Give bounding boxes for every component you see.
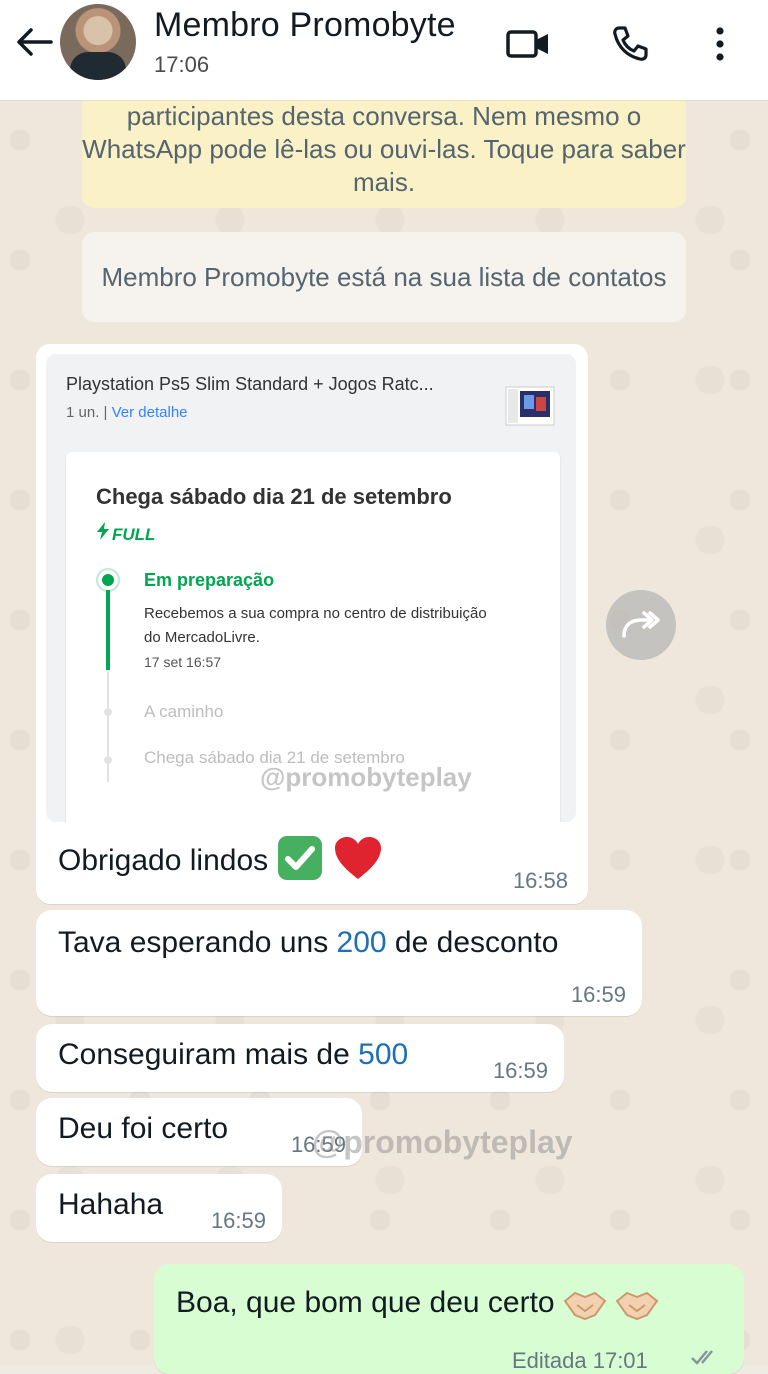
- message-text: Tava esperando uns 200 de desconto: [58, 926, 558, 960]
- forward-icon[interactable]: [606, 590, 676, 660]
- product-separator: |: [99, 404, 112, 421]
- incoming-message[interactable]: Hahaha 16:59: [36, 1174, 282, 1242]
- watermark: @promobyteplay: [260, 762, 472, 792]
- step-on-the-way: A caminho: [144, 702, 224, 721]
- contact-avatar[interactable]: [60, 4, 136, 80]
- message-text-part: Boa, que bom que deu certo: [176, 1286, 555, 1319]
- timeline-remaining-line: [107, 672, 109, 782]
- last-seen-time: 17:06: [154, 52, 210, 77]
- timeline-dot: [104, 708, 112, 716]
- contact-list-notice-text: Membro Promobyte está na sua lista de co…: [101, 261, 667, 292]
- timeline-dot-active: [98, 570, 118, 590]
- message-text-part: de desconto: [386, 926, 559, 959]
- message-text: Boa, que bom que deu certo: [176, 1286, 659, 1321]
- incoming-message[interactable]: Tava esperando uns 200 de desconto 16:59: [36, 910, 642, 1016]
- message-number-link[interactable]: 500: [358, 1038, 408, 1071]
- lightning-icon: [96, 522, 110, 545]
- chat-header: Membro Promobyte 17:06: [0, 0, 768, 100]
- double-check-icon: [690, 1348, 720, 1371]
- step-preparation-title: Em preparação: [144, 570, 275, 590]
- message-text: Deu foi certo: [58, 1112, 229, 1145]
- product-thumbnail-icon: [502, 378, 558, 434]
- step-preparation-desc: Recebemos a sua compra no centro de dist…: [144, 605, 487, 646]
- handshake-icon: [563, 1286, 615, 1321]
- image-caption-text: Obrigado lindos: [58, 843, 269, 877]
- product-title: Playstation Ps5 Slim Standard + Jogos Ra…: [66, 374, 434, 394]
- message-time: 16:59: [570, 982, 626, 1007]
- back-arrow-icon[interactable]: [12, 20, 56, 64]
- step-preparation-time: 17 set 16:57: [144, 654, 222, 670]
- full-badge-text: FULL: [112, 525, 156, 544]
- message-time: 16:59: [492, 1058, 548, 1083]
- encryption-notice[interactable]: participantes desta conversa. Nem mesmo …: [82, 92, 686, 208]
- handshake-icon: [615, 1286, 659, 1321]
- image-caption: Obrigado lindos: [58, 834, 383, 890]
- incoming-image-message[interactable]: Playstation Ps5 Slim Standard + Jogos Ra…: [36, 344, 588, 904]
- message-number-link[interactable]: 200: [337, 926, 387, 959]
- timeline-dot: [104, 756, 112, 764]
- arrival-heading: Chega sábado dia 21 de setembro: [96, 484, 452, 509]
- video-call-icon[interactable]: [506, 22, 550, 66]
- order-screenshot[interactable]: Playstation Ps5 Slim Standard + Jogos Ra…: [46, 354, 576, 822]
- detail-link: Ver detalhe: [111, 404, 188, 421]
- voice-call-icon[interactable]: [608, 22, 652, 66]
- more-options-icon[interactable]: [698, 22, 742, 66]
- message-text: Hahaha: [58, 1188, 164, 1221]
- message-time-edited: Editada 17:01: [512, 1348, 648, 1373]
- message-time: 16:58: [512, 868, 568, 893]
- contact-name[interactable]: Membro Promobyte: [154, 6, 456, 45]
- check-mark-icon: [276, 834, 324, 890]
- red-heart-icon: [333, 835, 383, 889]
- message-time: 16:59: [210, 1208, 266, 1233]
- contact-list-notice: Membro Promobyte está na sua lista de co…: [82, 232, 686, 322]
- product-subline: 1 un. | Ver detalhe: [66, 404, 188, 421]
- message-text-part: Conseguiram mais de: [58, 1038, 359, 1071]
- timeline-progress-line: [106, 580, 110, 670]
- message-text: Conseguiram mais de 500: [58, 1038, 408, 1072]
- product-quantity: 1 un.: [66, 404, 100, 421]
- outgoing-message[interactable]: Boa, que bom que deu certo Editada 17:01: [154, 1264, 744, 1374]
- watermark: @promobyteplay: [312, 1124, 573, 1160]
- message-text-part: Tava esperando uns: [58, 926, 337, 959]
- incoming-message[interactable]: Conseguiram mais de 500 16:59: [36, 1024, 564, 1092]
- full-badge: FULL: [96, 522, 155, 545]
